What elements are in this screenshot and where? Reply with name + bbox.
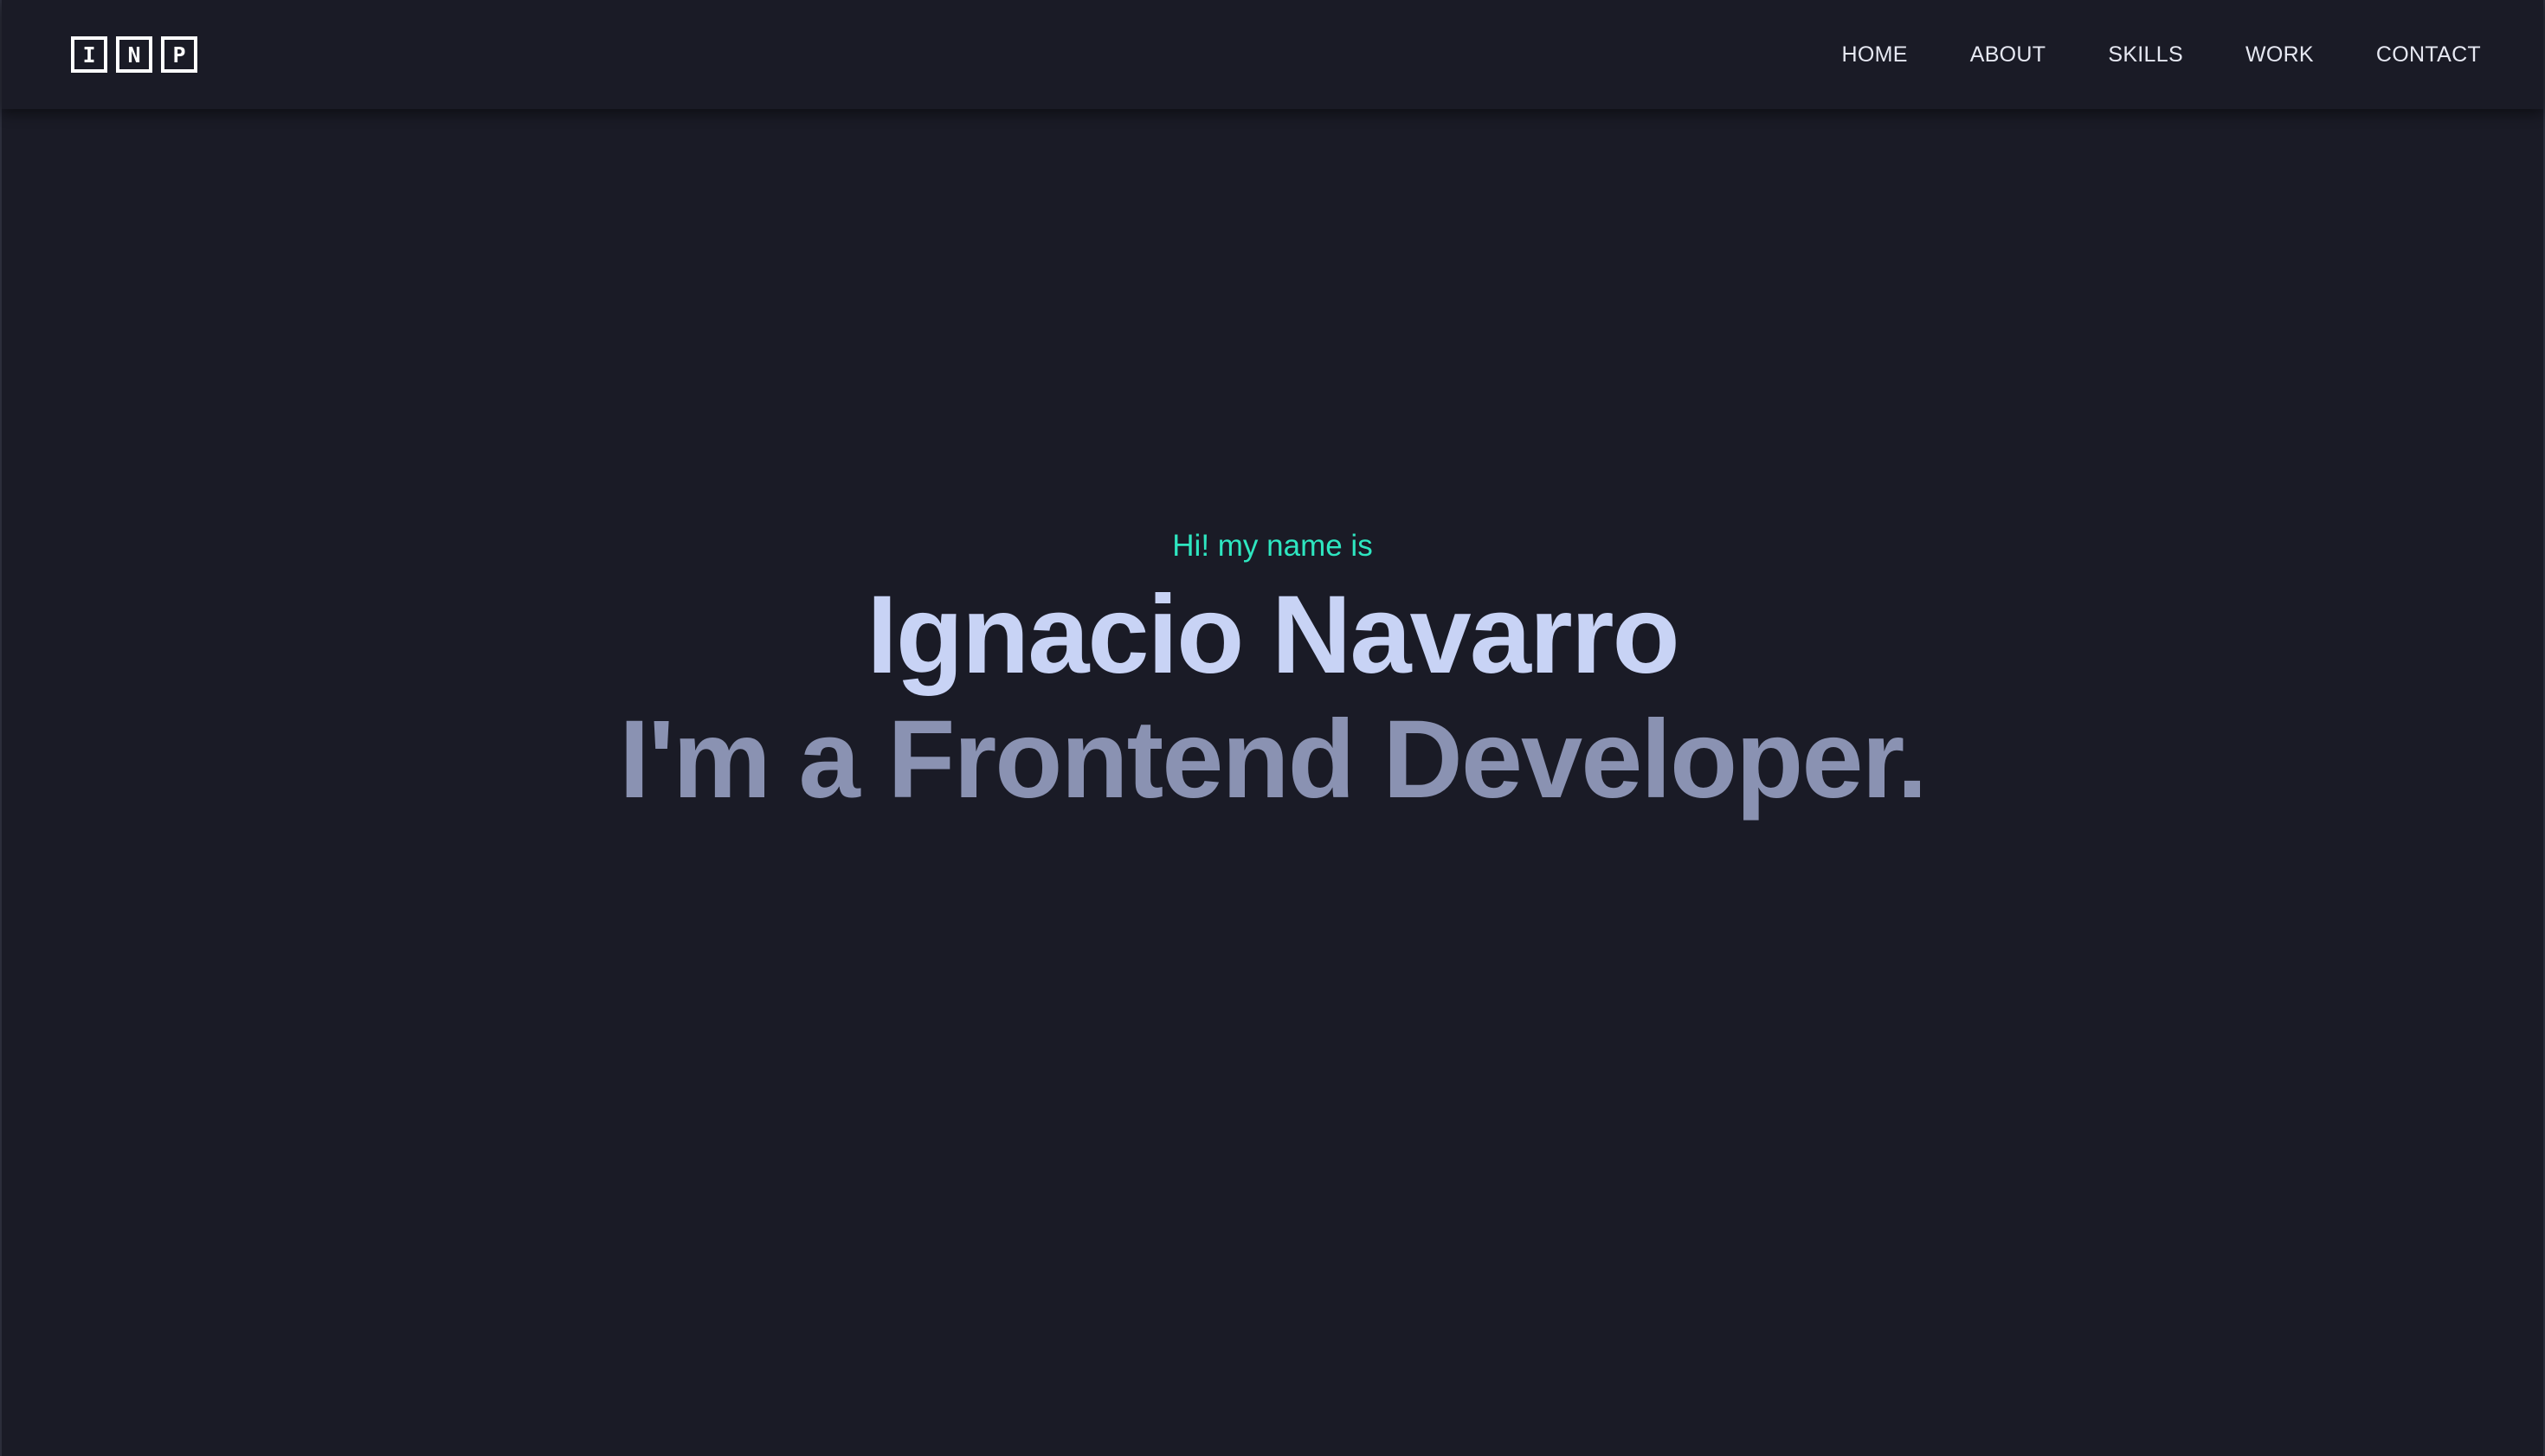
logo-box-p: P bbox=[161, 36, 197, 73]
site-header: I N P HOME ABOUT SKILLS WORK CONTACT bbox=[2, 0, 2543, 109]
main-nav: HOME ABOUT SKILLS WORK CONTACT bbox=[1842, 42, 2481, 68]
nav-link-work[interactable]: WORK bbox=[2245, 42, 2314, 68]
logo-letter: N bbox=[127, 42, 141, 68]
logo-letter: P bbox=[172, 42, 186, 68]
nav-link-about[interactable]: ABOUT bbox=[1970, 42, 2046, 68]
page: I N P HOME ABOUT SKILLS WORK CONTACT Hi!… bbox=[0, 0, 2545, 1456]
hero-role: I'm a Frontend Developer. bbox=[619, 698, 1928, 821]
nav-link-contact[interactable]: CONTACT bbox=[2376, 42, 2481, 68]
hero-greeting: Hi! my name is bbox=[1172, 529, 1373, 563]
logo-letter: I bbox=[82, 42, 96, 68]
nav-link-home[interactable]: HOME bbox=[1842, 42, 1908, 68]
logo-box-i: I bbox=[71, 36, 107, 73]
hero-name: Ignacio Navarro bbox=[867, 573, 1679, 697]
hero-section: Hi! my name is Ignacio Navarro I'm a Fro… bbox=[2, 0, 2543, 1456]
site-logo[interactable]: I N P bbox=[71, 36, 197, 73]
nav-link-skills[interactable]: SKILLS bbox=[2108, 42, 2183, 68]
logo-box-n: N bbox=[116, 36, 152, 73]
